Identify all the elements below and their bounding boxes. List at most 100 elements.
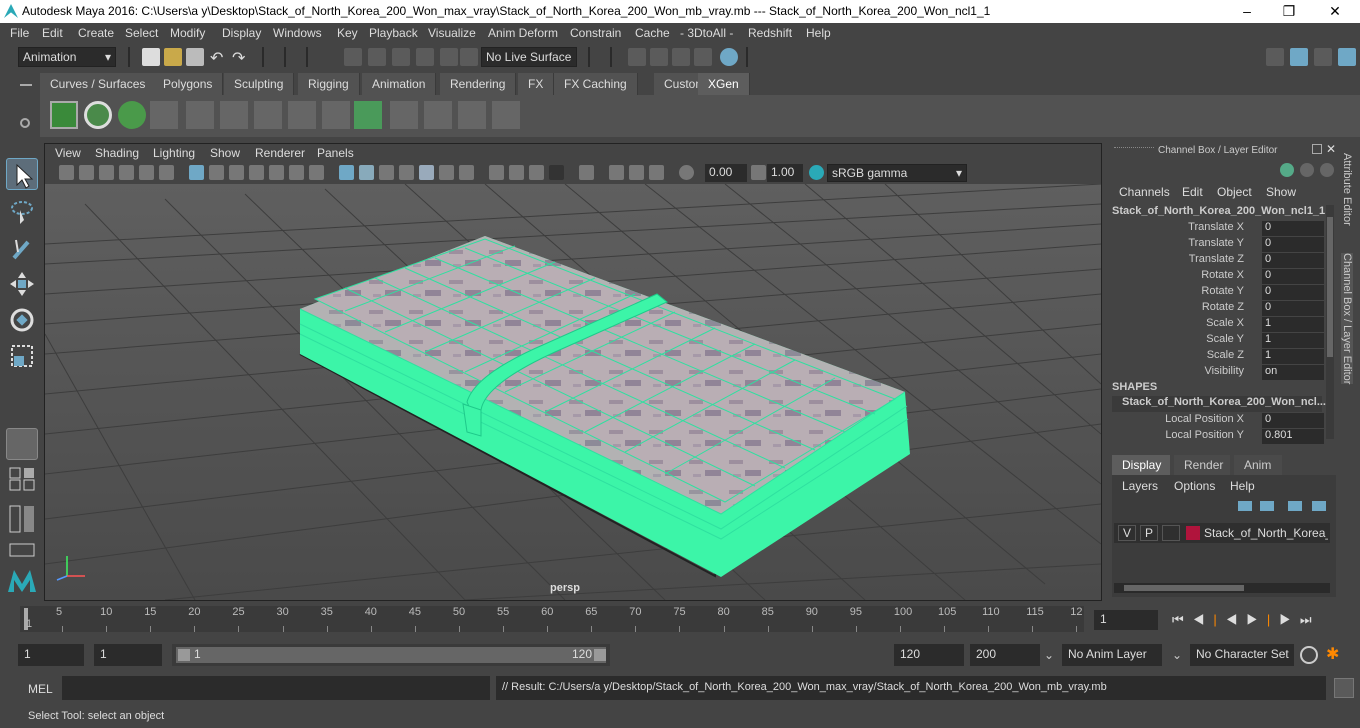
layer-playback-toggle[interactable]: P: [1140, 525, 1158, 541]
channel-row[interactable]: Local Position X 0: [1106, 413, 1326, 429]
xgen-guide-tips-icon[interactable]: [322, 101, 350, 129]
play-backward-icon[interactable]: ◀: [1226, 612, 1247, 627]
channel-value[interactable]: 0.801: [1262, 429, 1324, 444]
help-menu[interactable]: Help: [1230, 479, 1255, 493]
step-forward-key-icon[interactable]: |: [1267, 612, 1279, 627]
playback-end-field[interactable]: 120: [894, 644, 964, 666]
scale-tool-icon[interactable]: [6, 340, 38, 372]
viewport-menu-lighting[interactable]: Lighting: [153, 146, 195, 160]
tab-attribute-editor[interactable]: Attribute Editor: [1341, 153, 1353, 226]
channel-row[interactable]: Scale X 1: [1106, 317, 1326, 333]
single-view-layout-icon[interactable]: [6, 428, 38, 460]
attribute-editor-toggle-icon[interactable]: [1314, 48, 1332, 66]
mel-input[interactable]: [62, 676, 490, 700]
four-view-layout-icon[interactable]: [6, 466, 38, 492]
channel-color-icon[interactable]: [1280, 163, 1294, 177]
perspective-viewport[interactable]: persp: [45, 184, 1101, 600]
viewport-menu-shading[interactable]: Shading: [95, 146, 139, 160]
xgen-cut-icon[interactable]: [458, 101, 486, 129]
grid-toggle-icon[interactable]: [189, 165, 204, 180]
render-settings-icon[interactable]: [672, 48, 690, 66]
play-forward-icon[interactable]: ▶: [1246, 612, 1267, 627]
channel-value[interactable]: 0: [1262, 413, 1324, 428]
layers-menu[interactable]: Layers: [1122, 479, 1158, 493]
xgen-select-guides-icon[interactable]: [254, 101, 282, 129]
character-set-dropdown[interactable]: No Character Set: [1190, 644, 1294, 666]
mode-dropdown[interactable]: Animation ▾: [18, 47, 116, 67]
layer-visibility-toggle[interactable]: V: [1118, 525, 1136, 541]
two-d-pan-icon[interactable]: [139, 165, 154, 180]
snap-grid-icon[interactable]: [344, 48, 362, 66]
open-scene-icon[interactable]: [164, 48, 182, 66]
menu-redshift[interactable]: Redshift: [748, 26, 792, 40]
range-end-handle[interactable]: [594, 649, 606, 661]
channel-row[interactable]: Rotate Z 0: [1106, 301, 1326, 317]
workspace-icon[interactable]: [1266, 48, 1284, 66]
animation-preferences-icon[interactable]: ✱: [1326, 644, 1348, 666]
edit-menu[interactable]: Edit: [1182, 185, 1203, 199]
tab-fx-caching[interactable]: FX Caching: [554, 73, 638, 95]
layer-hscrollbar[interactable]: [1114, 583, 1330, 593]
xgen-editor-icon[interactable]: [50, 101, 78, 129]
tab-polygons[interactable]: Polygons: [153, 73, 224, 95]
layer-name[interactable]: Stack_of_North_Korea_20: [1204, 526, 1328, 540]
layer-color-swatch[interactable]: [1186, 526, 1200, 540]
move-layer-down-icon[interactable]: [1260, 501, 1274, 511]
new-layer-icon[interactable]: [1288, 501, 1302, 511]
menu-help[interactable]: Help: [806, 26, 831, 40]
color-management-icon[interactable]: [809, 165, 824, 180]
channel-row[interactable]: Translate Y 0: [1106, 237, 1326, 253]
menu-file[interactable]: File: [10, 26, 29, 40]
xgen-preview-icon[interactable]: [84, 101, 112, 129]
viewport-menu-show[interactable]: Show: [210, 146, 240, 160]
rotate-tool-icon[interactable]: [6, 304, 38, 336]
menu-key[interactable]: Key: [337, 26, 358, 40]
gear-icon[interactable]: [20, 118, 30, 128]
object-name[interactable]: Stack_of_North_Korea_200_Won_ncl1_1: [1112, 205, 1325, 217]
snap-live-icon[interactable]: [460, 48, 478, 66]
playback-start-field[interactable]: 1: [94, 644, 162, 666]
channel-value[interactable]: 1: [1262, 349, 1324, 364]
new-layer-selected-icon[interactable]: [1312, 501, 1326, 511]
menu-cache[interactable]: Cache: [635, 26, 670, 40]
field-chart-icon[interactable]: [269, 165, 284, 180]
chevron-down-icon[interactable]: ⌄: [1172, 648, 1182, 662]
current-frame-field[interactable]: 1: [1094, 610, 1158, 630]
lasso-tool-icon[interactable]: [6, 196, 38, 228]
resolution-gate-icon[interactable]: [229, 165, 244, 180]
menu-visualize[interactable]: Visualize: [428, 26, 476, 40]
panel-grip[interactable]: [1114, 147, 1154, 151]
maya-home-icon[interactable]: [6, 564, 38, 596]
script-editor-icon[interactable]: [1334, 678, 1354, 698]
xray-active-icon[interactable]: [629, 165, 644, 180]
move-tool-icon[interactable]: [6, 268, 38, 300]
layer-display-type[interactable]: [1162, 525, 1180, 541]
camera-select-icon[interactable]: [59, 165, 74, 180]
depth-of-field-icon[interactable]: [549, 165, 564, 180]
show-menu[interactable]: Show: [1266, 185, 1296, 199]
time-ruler[interactable]: 1 5 10 15 20 25 30 35 40 45 50 55 60 65 70 75 80 85 90 95 1…: [20, 606, 1084, 632]
live-surface-field[interactable]: No Live Surface: [481, 47, 577, 67]
tab-xgen[interactable]: XGen: [698, 73, 750, 95]
step-forward-icon[interactable]: ▶: [1279, 612, 1300, 627]
xgen-add-guide-icon[interactable]: [220, 101, 248, 129]
channel-row[interactable]: Rotate X 0: [1106, 269, 1326, 285]
modeling-toolkit-icon[interactable]: [1290, 48, 1308, 66]
channel-box-toggle-icon[interactable]: [1338, 48, 1356, 66]
tab-animation[interactable]: Animation: [362, 73, 437, 95]
step-back-icon[interactable]: ◀: [1193, 612, 1214, 627]
snap-point-icon[interactable]: [392, 48, 410, 66]
close-icon[interactable]: ✕: [1326, 2, 1344, 20]
camera-attributes-icon[interactable]: [79, 165, 94, 180]
wireframe-icon[interactable]: [339, 165, 354, 180]
xray-icon[interactable]: [609, 165, 624, 180]
use-all-lights-icon[interactable]: [439, 165, 454, 180]
channel-lock-icon[interactable]: [1320, 163, 1334, 177]
safe-title-icon[interactable]: [309, 165, 324, 180]
xray-joints-icon[interactable]: [649, 165, 664, 180]
channels-menu[interactable]: Channels: [1119, 185, 1170, 199]
channel-row[interactable]: Scale Y 1: [1106, 333, 1326, 349]
gamma-icon[interactable]: [751, 165, 766, 180]
menu-constrain[interactable]: Constrain: [570, 26, 621, 40]
step-back-key-icon[interactable]: |: [1213, 612, 1225, 627]
